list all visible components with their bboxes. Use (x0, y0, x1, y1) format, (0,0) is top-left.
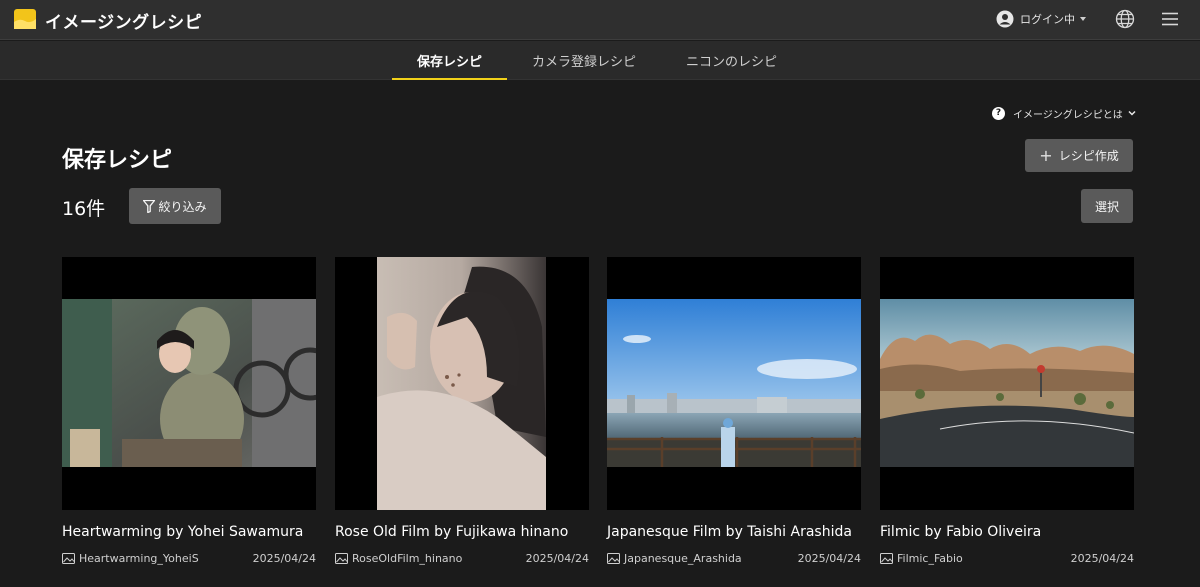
tab-saved-recipes[interactable]: 保存レシピ (392, 41, 507, 80)
chevron-down-icon (1128, 110, 1136, 116)
recipe-card[interactable]: Japanesque Film by Taishi Arashida Japan… (607, 257, 861, 565)
image-icon (335, 553, 348, 564)
recipe-title[interactable]: Heartwarming by Yohei Sawamura (62, 524, 303, 540)
top-bar: イメージングレシピ ログイン中 (0, 0, 1200, 40)
plus-icon: + (1039, 145, 1053, 165)
recipe-source-name: RoseOldFilm_hinano (352, 552, 463, 565)
image-icon (62, 553, 75, 564)
page-title: 保存レシピ (62, 148, 173, 173)
recipe-photo (607, 299, 861, 467)
recipe-thumbnail[interactable] (335, 257, 589, 510)
recipe-source-name: Filmic_Fabio (897, 552, 963, 565)
create-recipe-button[interactable]: + レシピ作成 (1025, 139, 1133, 172)
globe-icon[interactable] (1115, 9, 1135, 29)
select-button[interactable]: 選択 (1081, 189, 1133, 223)
tab-camera-recipes[interactable]: カメラ登録レシピ (521, 41, 647, 80)
user-menu-button[interactable]: ログイン中 (996, 9, 1086, 29)
recipe-card[interactable]: Rose Old Film by Fujikawa hinano RoseOld… (335, 257, 589, 565)
recipe-thumbnail[interactable] (880, 257, 1134, 510)
filter-icon (143, 199, 156, 213)
filter-label: 絞り込み (158, 199, 207, 214)
app-title[interactable]: イメージングレシピ (45, 8, 202, 33)
about-link-label: イメージングレシピとは (1013, 109, 1123, 121)
recipe-thumbnail[interactable] (607, 257, 861, 510)
recipe-source-name: Heartwarming_YoheiS (79, 552, 199, 565)
recipe-date: 2025/04/24 (1070, 552, 1134, 565)
tab-nikon-recipes[interactable]: ニコンのレシピ (675, 41, 788, 80)
recipe-title[interactable]: Japanesque Film by Taishi Arashida (607, 524, 852, 540)
recipe-photo (880, 299, 1134, 467)
image-icon (607, 553, 620, 564)
chevron-down-icon (1080, 17, 1086, 21)
recipe-title[interactable]: Filmic by Fabio Oliveira (880, 524, 1041, 540)
recipe-meta: Filmic_Fabio 2025/04/24 (880, 551, 1134, 567)
recipe-thumbnail[interactable] (62, 257, 316, 510)
recipe-meta: Japanesque_Arashida 2025/04/24 (607, 551, 861, 567)
recipe-date: 2025/04/24 (252, 552, 316, 565)
sub-navigation: 保存レシピ カメラ登録レシピ ニコンのレシピ (0, 41, 1200, 80)
recipe-meta: RoseOldFilm_hinano 2025/04/24 (335, 551, 589, 567)
recipe-photo (62, 299, 316, 467)
create-recipe-label: レシピ作成 (1058, 149, 1119, 163)
recipe-title[interactable]: Rose Old Film by Fujikawa hinano (335, 524, 568, 540)
image-icon (880, 553, 893, 564)
recipe-date: 2025/04/24 (525, 552, 589, 565)
recipe-meta: Heartwarming_YoheiS 2025/04/24 (62, 551, 316, 567)
user-menu-label: ログイン中 (1020, 13, 1075, 26)
recipe-date: 2025/04/24 (797, 552, 861, 565)
about-link[interactable]: ? イメージングレシピとは (992, 105, 1136, 121)
menu-icon[interactable] (1162, 12, 1178, 26)
recipe-photo (377, 257, 546, 510)
result-count: 16件 (62, 198, 106, 220)
recipe-card[interactable]: Filmic by Fabio Oliveira Filmic_Fabio 20… (880, 257, 1134, 565)
user-avatar-icon (996, 10, 1014, 28)
recipe-source-name: Japanesque_Arashida (624, 552, 742, 565)
filter-button[interactable]: 絞り込み (129, 188, 221, 224)
recipe-card[interactable]: Heartwarming by Yohei Sawamura Heartwarm… (62, 257, 316, 565)
app-logo-icon[interactable] (14, 9, 36, 29)
help-icon: ? (992, 106, 1005, 120)
